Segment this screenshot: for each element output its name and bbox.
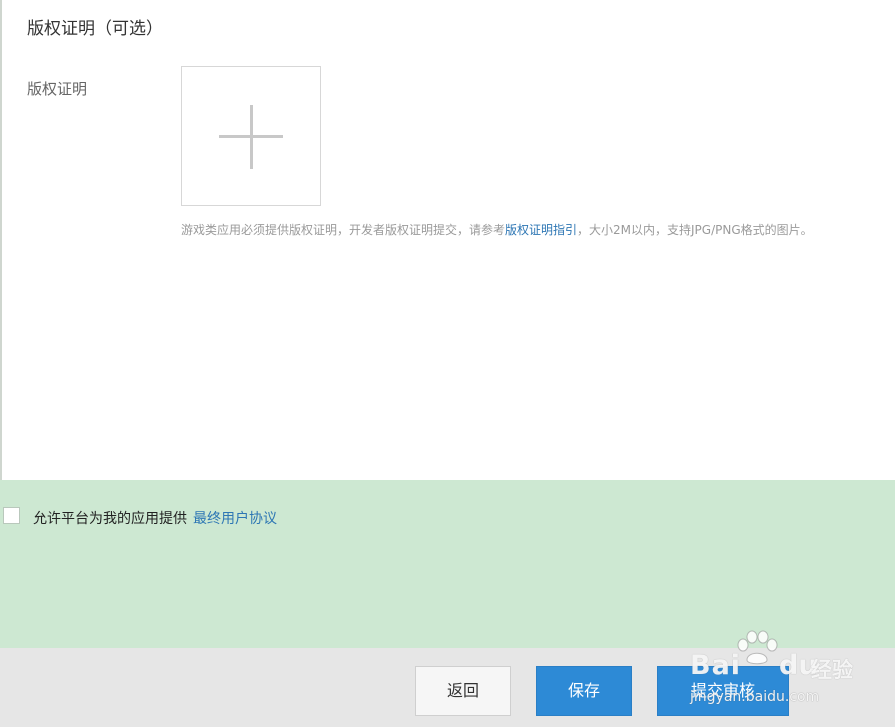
agreement-text: 允许平台为我的应用提供 <box>33 511 187 527</box>
back-button[interactable]: 返回 <box>415 666 511 716</box>
hint-text-before: 游戏类应用必须提供版权证明，开发者版权证明提交，请参考 <box>181 223 506 237</box>
save-button[interactable]: 保存 <box>536 666 632 716</box>
hint-text-after: ，大小2M以内，支持JPG/PNG格式的图片。 <box>577 223 813 237</box>
copyright-field-label: 版权证明 <box>27 80 88 98</box>
agreement-label: 允许平台为我的应用提供 最终用户协议 <box>33 508 277 528</box>
end-user-agreement-link[interactable]: 最终用户协议 <box>193 511 277 527</box>
section-title: 版权证明（可选） <box>27 19 163 39</box>
copyright-upload-button[interactable] <box>181 66 321 206</box>
agreement-checkbox[interactable] <box>3 507 20 524</box>
copyright-hint: 游戏类应用必须提供版权证明，开发者版权证明提交，请参考版权证明指引，大小2M以内… <box>181 221 887 240</box>
submit-review-button[interactable]: 提交审核 <box>657 666 789 716</box>
copyright-section <box>2 0 895 480</box>
agreement-section <box>0 480 895 648</box>
copyright-guide-link[interactable]: 版权证明指引 <box>505 223 577 237</box>
plus-icon-vertical-bar <box>250 105 253 169</box>
